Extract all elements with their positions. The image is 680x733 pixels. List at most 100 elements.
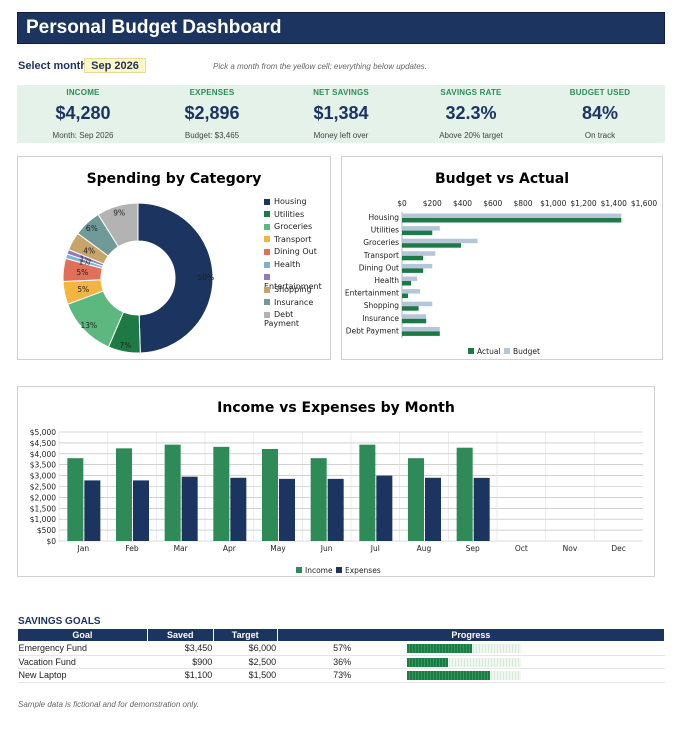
kpi-net-savings: NET SAVINGS $1,384 Money left over	[276, 85, 406, 143]
x-tick-label: $800	[513, 199, 532, 208]
kpi-subtext: Money left over	[313, 131, 369, 140]
column-header: Goal	[17, 628, 148, 642]
legend-label: Utilities	[274, 209, 305, 219]
actual-bar	[402, 268, 424, 273]
legend-swatch	[264, 236, 270, 243]
expenses-bar	[230, 477, 247, 541]
kpi-value: $2,896	[184, 103, 240, 123]
table-row: New Laptop $1,100 $1,500 73%	[17, 668, 665, 683]
y-tick-label: $2,000	[30, 493, 56, 502]
month-selector-input[interactable]: Sep 2026	[84, 58, 146, 73]
kpi-value: 32.3%	[445, 103, 497, 123]
y-tick-label: $4,500	[30, 439, 56, 448]
budget-bar	[402, 289, 421, 294]
y-tick-label: $5,000	[30, 428, 56, 437]
column-header: Progress	[276, 628, 666, 642]
goal-progress: 57%	[277, 641, 665, 656]
legend-item: Insurance	[264, 298, 313, 307]
savings-goals-table: Goal Saved Target Progress Emergency Fun…	[17, 628, 666, 683]
slice-data-label: 13%	[80, 321, 97, 330]
progress-bar	[407, 644, 522, 653]
goal-target: $6,000	[213, 641, 278, 656]
budget-bar	[402, 213, 622, 218]
slice-data-label: 6%	[86, 224, 98, 233]
expenses-bar	[84, 480, 101, 541]
progress-bar	[407, 671, 522, 680]
legend-label: Insurance	[274, 297, 314, 307]
x-tick-label: $400	[453, 199, 472, 208]
slice-data-label: 50%	[198, 273, 215, 282]
kpi-value: $1,384	[313, 103, 369, 123]
goal-percent: 57%	[333, 643, 352, 653]
y-tick-label: $1,000	[30, 515, 56, 524]
legend-swatch	[468, 348, 474, 354]
x-tick-label: $600	[483, 199, 502, 208]
kpi-income: INCOME $4,280 Month: Sep 2026	[18, 85, 148, 143]
y-tick-label: $1,500	[30, 504, 56, 513]
income-bar	[164, 444, 181, 541]
progress-bar	[407, 657, 522, 667]
y-tick-label: $0	[46, 537, 56, 546]
y-tick-label: Transport	[363, 251, 399, 260]
table-row: Emergency Fund $3,450 $6,000 57%	[17, 641, 665, 656]
x-tick-label: Apr	[223, 544, 237, 553]
spending-by-category-panel: Spending by Category 50% 7% 13% 5% 5% 1% 1% 4% 6…	[17, 156, 331, 360]
goal-saved: $3,450	[147, 641, 214, 656]
progress-bar-fill	[407, 644, 473, 653]
y-tick-label: Entertainment	[345, 289, 399, 298]
x-tick-label: $0	[397, 199, 407, 208]
budget-bar	[402, 251, 436, 256]
month-selector-hint: Pick a month from the yellow cell; every…	[213, 62, 427, 71]
x-tick-label: Nov	[563, 544, 578, 553]
x-tick-label: $1,600	[631, 199, 657, 208]
budget-vs-actual-panel: Budget vs Actual $0 $200 $400 $600 $800 $1,00…	[341, 156, 663, 360]
x-tick-label: Dec	[611, 544, 626, 553]
kpi-label: BUDGET USED	[569, 88, 631, 97]
legend-item: Groceries	[264, 222, 312, 231]
goal-target: $1,500	[213, 668, 278, 683]
x-tick-label: May	[270, 544, 286, 553]
y-tick-label: $4,000	[30, 450, 56, 459]
column-header: Target	[212, 628, 278, 642]
legend-swatch	[336, 567, 342, 573]
kpi-label: SAVINGS RATE	[440, 88, 502, 97]
x-tick-label: Mar	[174, 544, 189, 553]
x-tick-label: Oct	[515, 544, 528, 553]
expenses-bar	[181, 476, 198, 541]
expenses-bar	[327, 478, 344, 541]
budget-bar	[402, 314, 427, 319]
y-tick-label: $2,500	[30, 483, 56, 492]
goal-name: New Laptop	[17, 668, 148, 683]
kpi-subtext: Above 20% target	[439, 131, 503, 140]
donut-chart: 50%7%13%5%5%1%1%4%6%9%	[62, 202, 215, 354]
income-bar	[116, 448, 132, 541]
month-selector-label: Select month:	[18, 60, 91, 72]
legend-item: Shopping	[264, 285, 312, 294]
table-header-row: Goal Saved Target Progress	[17, 628, 666, 642]
legend-swatch	[264, 311, 270, 318]
x-tick-label: Jun	[320, 544, 333, 553]
kpi-band: INCOME $4,280 Month: Sep 2026 EXPENSES $…	[17, 85, 665, 143]
goal-percent: 36%	[333, 656, 352, 667]
income-bar	[310, 458, 327, 541]
legend-swatch	[264, 248, 270, 255]
kpi-subtext: Month: Sep 2026	[52, 131, 114, 140]
legend-item: Debt Payment	[264, 310, 330, 328]
actual-bar	[402, 243, 461, 248]
goal-percent: 73%	[333, 670, 352, 680]
legend-label: Health	[274, 260, 301, 269]
legend-swatch	[264, 198, 270, 205]
slice-data-label: 5%	[77, 285, 89, 294]
legend-item: Dining Out	[264, 247, 317, 256]
goal-target: $2,500	[213, 655, 278, 669]
income-bar	[408, 458, 424, 541]
kpi-value: $4,280	[55, 103, 111, 123]
x-tick-label: Sep	[466, 544, 480, 553]
y-tick-label: $3,000	[30, 472, 56, 481]
goal-progress: 36%	[277, 655, 665, 669]
legend-label: Expenses	[345, 566, 381, 575]
actual-bar	[402, 293, 409, 299]
expenses-bar	[473, 477, 490, 541]
y-tick-label: Debt Payment	[346, 326, 399, 335]
y-tick-label: Health	[374, 276, 399, 285]
